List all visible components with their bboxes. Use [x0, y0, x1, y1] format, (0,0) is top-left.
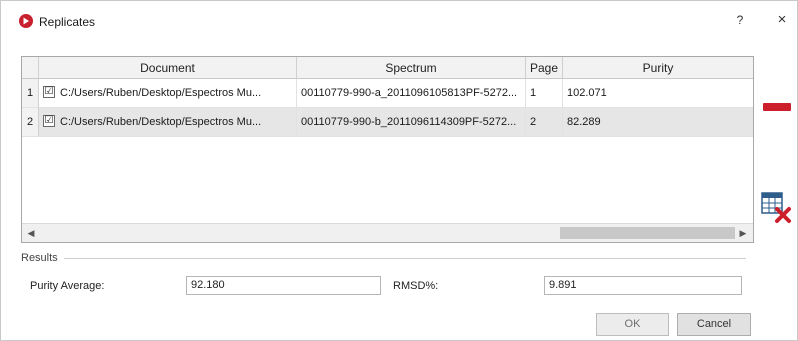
replicates-dialog: Replicates ? × Document Spectrum Page Pu… — [0, 0, 798, 341]
page-cell[interactable]: 1 — [526, 79, 563, 108]
document-cell[interactable]: ☑ C:/Users/Ruben/Desktop/Espectros Mu... — [39, 108, 297, 137]
table-row[interactable]: 2 ☑ C:/Users/Ruben/Desktop/Espectros Mu..… — [22, 108, 753, 137]
table-corner — [22, 57, 39, 79]
scrollbar-thumb[interactable] — [560, 227, 735, 239]
row-checkbox[interactable]: ☑ — [43, 115, 55, 128]
title-bar: Replicates ? × — [1, 1, 797, 29]
page-cell[interactable]: 2 — [526, 108, 563, 137]
rmsd-label: RMSD%: — [393, 280, 439, 292]
document-path: C:/Users/Ruben/Desktop/Espectros Mu... — [60, 116, 262, 128]
rmsd-field[interactable]: 9.891 — [544, 276, 742, 295]
cancel-button[interactable]: Cancel — [677, 313, 751, 336]
ok-button[interactable]: OK — [596, 313, 669, 336]
row-checkbox[interactable]: ☑ — [43, 86, 55, 99]
row-number: 2 — [22, 108, 39, 137]
results-divider — [64, 258, 746, 259]
purity-average-label: Purity Average: — [30, 280, 105, 292]
column-header-spectrum[interactable]: Spectrum — [297, 57, 526, 79]
close-button[interactable]: × — [774, 12, 790, 28]
table-row[interactable]: 1 ☑ C:/Users/Ruben/Desktop/Espectros Mu..… — [22, 79, 753, 108]
row-number: 1 — [22, 79, 39, 108]
purity-cell[interactable]: 82.289 — [563, 108, 753, 137]
spectrum-cell[interactable]: 00110779-990-b_2011096114309PF-5272... — [297, 108, 526, 137]
scroll-right-icon[interactable]: ▶ — [736, 226, 750, 240]
replicates-table[interactable]: Document Spectrum Page Purity 1 ☑ C:/User… — [21, 56, 754, 243]
window-title: Replicates — [39, 15, 96, 29]
help-button[interactable]: ? — [734, 13, 746, 27]
document-cell[interactable]: ☑ C:/Users/Ruben/Desktop/Espectros Mu... — [39, 79, 297, 108]
results-section-label: Results — [21, 252, 58, 264]
document-path: C:/Users/Ruben/Desktop/Espectros Mu... — [60, 87, 262, 99]
column-header-document[interactable]: Document — [39, 57, 297, 79]
spectrum-cell[interactable]: 00110779-990-a_2011096105813PF-5272... — [297, 79, 526, 108]
purity-average-field[interactable]: 92.180 — [186, 276, 381, 295]
scroll-left-icon[interactable]: ◀ — [24, 226, 38, 240]
delete-table-icon[interactable] — [761, 191, 793, 225]
purity-cell[interactable]: 102.071 — [563, 79, 753, 108]
column-header-purity[interactable]: Purity — [563, 57, 753, 79]
app-logo-icon — [19, 14, 33, 28]
horizontal-scrollbar[interactable]: ◀ ▶ — [22, 223, 753, 242]
minus-icon[interactable] — [763, 103, 791, 111]
column-header-page[interactable]: Page — [526, 57, 563, 79]
